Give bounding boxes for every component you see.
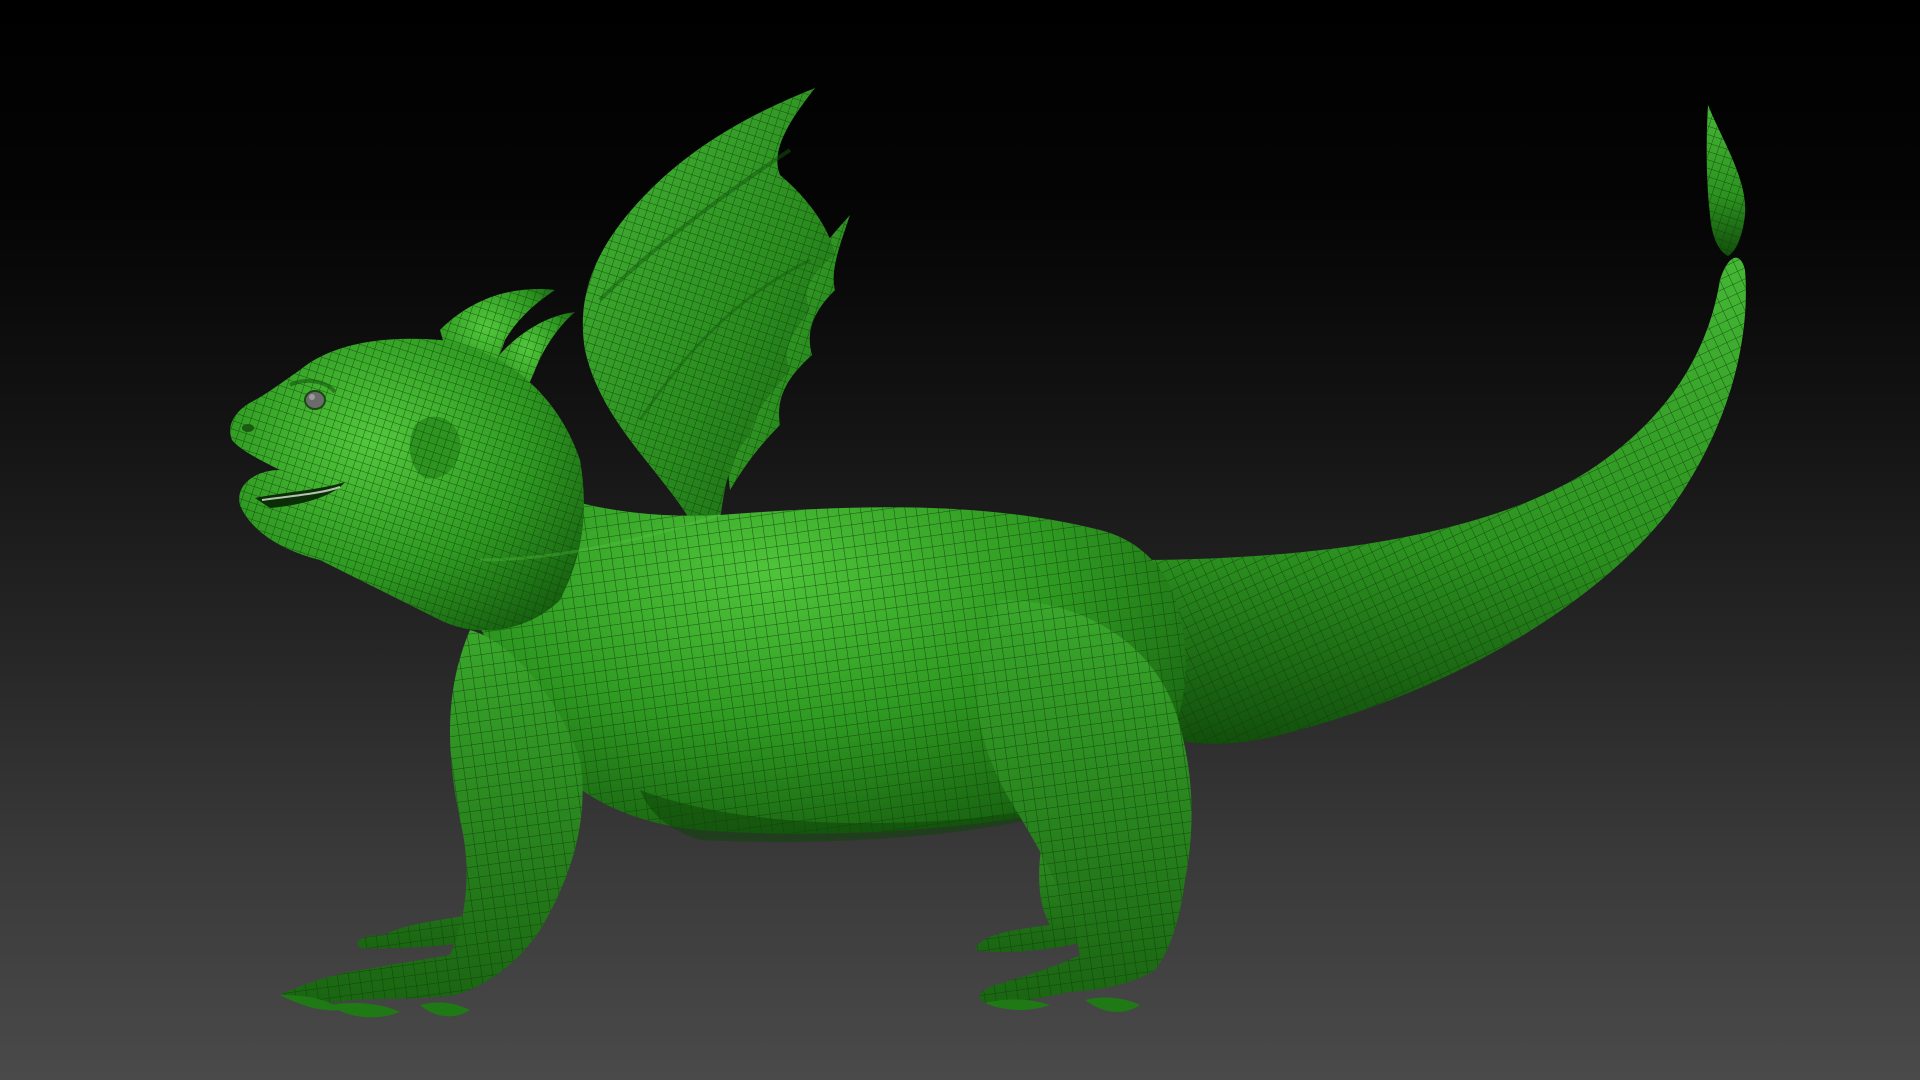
dragon-model[interactable] <box>0 0 1920 1080</box>
3d-viewport[interactable] <box>0 0 1920 1080</box>
head <box>230 289 584 631</box>
front-leg-near <box>280 630 583 1018</box>
wing-front <box>582 88 835 520</box>
tail <box>1120 105 1746 744</box>
eye <box>304 390 326 410</box>
